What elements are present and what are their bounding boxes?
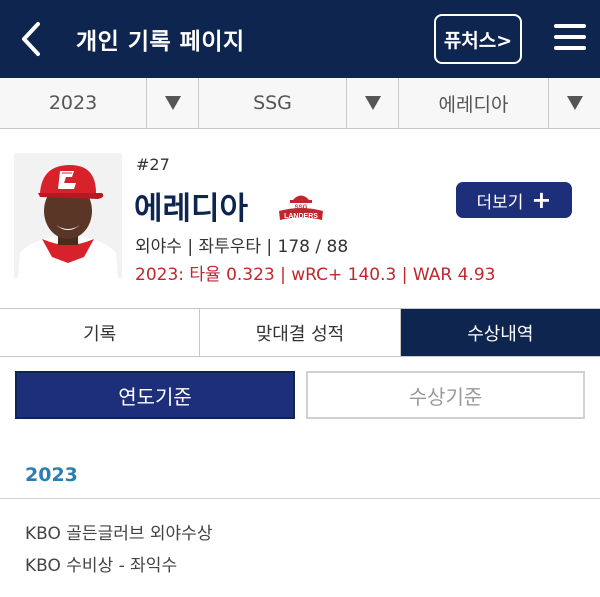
svg-text:LANDERS: LANDERS xyxy=(284,213,318,220)
tab-awards[interactable]: 수상내역 xyxy=(400,309,600,356)
more-button-label: 더보기 xyxy=(476,192,524,213)
team-select[interactable]: SSG xyxy=(199,78,399,128)
player-profile-card: #27 에레디아 SSG LANDERS 더보기 + 외야수 | 좌투우타 | … xyxy=(0,129,600,309)
player-name: 에레디아 xyxy=(134,191,249,227)
triangle-down-icon[interactable] xyxy=(548,78,600,128)
tab-head-to-head[interactable]: 맞대결 성적 xyxy=(200,309,401,356)
player-select[interactable]: 에레디아 xyxy=(399,78,600,128)
player-select-value: 에레디아 xyxy=(438,93,509,116)
by-year-button[interactable]: 연도기준 xyxy=(15,371,295,419)
by-award-button[interactable]: 수상기준 xyxy=(306,371,585,419)
award-item: KBO 골든글러브 외야수상 xyxy=(25,524,213,544)
season-stats: 2023: 타율 0.323 | wRC+ 140.3 | WAR 4.93 xyxy=(135,265,496,285)
plus-icon: + xyxy=(531,186,552,214)
award-item: KBO 수비상 - 좌익수 xyxy=(25,556,178,576)
player-info: 외야수 | 좌투우타 | 178 / 88 xyxy=(135,237,349,257)
player-photo xyxy=(14,153,122,278)
year-select-value: 2023 xyxy=(48,92,98,114)
back-arrow-icon[interactable] xyxy=(14,18,48,60)
divider xyxy=(0,498,600,499)
team-select-value: SSG xyxy=(253,92,292,114)
jersey-number: #27 xyxy=(136,155,170,174)
tab-records[interactable]: 기록 xyxy=(0,309,201,356)
hamburger-menu-icon[interactable] xyxy=(554,24,586,52)
triangle-down-icon[interactable] xyxy=(146,78,198,128)
record-tabs: 기록 맞대결 성적 수상내역 xyxy=(0,309,600,357)
futures-button[interactable]: 퓨처스> xyxy=(434,14,522,64)
year-select[interactable]: 2023 xyxy=(0,78,199,128)
filter-bar: 2023 SSG 에레디아 xyxy=(0,78,600,129)
award-year-heading: 2023 xyxy=(25,464,78,486)
more-button[interactable]: 더보기 + xyxy=(456,182,572,218)
page-title: 개인 기록 페이지 xyxy=(76,29,245,55)
team-logo: SSG LANDERS xyxy=(276,189,326,223)
triangle-down-icon[interactable] xyxy=(346,78,398,128)
top-navigation-bar: 개인 기록 페이지 퓨처스> xyxy=(0,0,600,78)
